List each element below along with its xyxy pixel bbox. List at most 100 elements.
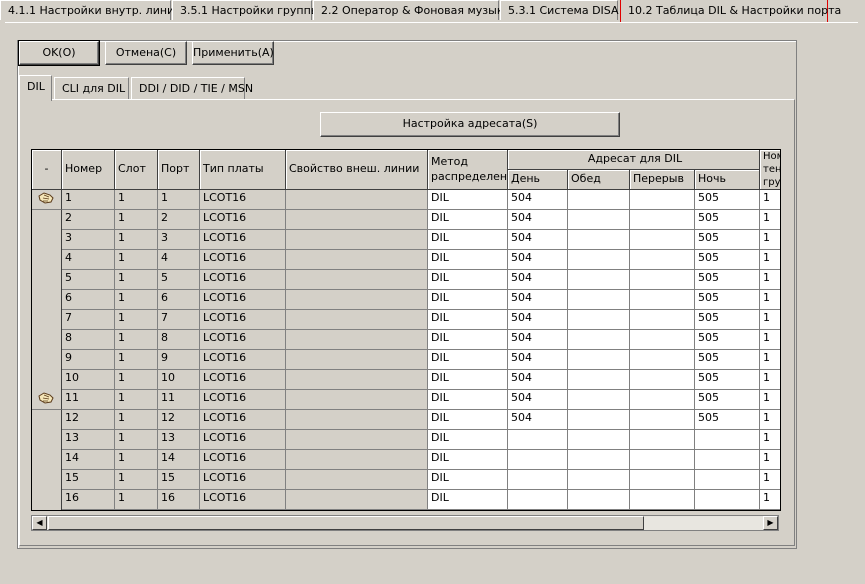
cell-tenant[interactable]: 1 [760,390,780,410]
cell-day[interactable]: 504 [508,230,568,250]
cell-lunch[interactable] [568,390,630,410]
cell-lunch[interactable] [568,350,630,370]
cell-tenant[interactable]: 1 [760,430,780,450]
table-row[interactable]: 13 1 13 LCOT16 DIL 1 [32,430,780,450]
tab-operator-bgm[interactable]: 2.2 Оператор & Фоновая музыка [313,0,510,20]
cell-night[interactable]: 505 [695,290,760,310]
table-row[interactable]: 11 1 11 LCOT16 DIL 504 505 1 [32,390,780,410]
tab-disa[interactable]: 5.3.1 Система DISA [500,0,619,20]
cell-tenant[interactable]: 1 [760,470,780,490]
header-break[interactable]: Перерыв [630,170,695,190]
cell-distribution-method[interactable]: DIL [428,210,508,230]
table-row[interactable]: 16 1 16 LCOT16 DIL 1 [32,490,780,510]
horizontal-scrollbar[interactable]: ◀ ▶ [31,515,779,531]
cell-distribution-method[interactable]: DIL [428,490,508,510]
cell-break[interactable] [630,370,695,390]
table-row[interactable]: 6 1 6 LCOT16 DIL 504 505 1 [32,290,780,310]
cell-distribution-method[interactable]: DIL [428,390,508,410]
ok-button[interactable]: OK(O) [18,40,100,66]
cell-day[interactable]: 504 [508,390,568,410]
arrow-right-icon[interactable]: ▶ [763,516,778,530]
cell-day[interactable]: 504 [508,250,568,270]
cell-night[interactable] [695,470,760,490]
cell-tenant[interactable]: 1 [760,410,780,430]
cell-lunch[interactable] [568,410,630,430]
cell-distribution-method[interactable]: DIL [428,370,508,390]
header-slot[interactable]: Слот [115,150,158,190]
table-row[interactable]: 8 1 8 LCOT16 DIL 504 505 1 [32,330,780,350]
cell-break[interactable] [630,430,695,450]
cell-break[interactable] [630,490,695,510]
cell-break[interactable] [630,350,695,370]
cell-night[interactable]: 505 [695,190,760,210]
subtab-ddi-did[interactable]: DDI / DID / TIE / MSN [131,77,253,99]
table-row[interactable]: 3 1 3 LCOT16 DIL 504 505 1 [32,230,780,250]
cell-day[interactable]: 504 [508,210,568,230]
cell-lunch[interactable] [568,470,630,490]
cell-lunch[interactable] [568,210,630,230]
table-row[interactable]: 7 1 7 LCOT16 DIL 504 505 1 [32,310,780,330]
cell-day[interactable]: 504 [508,290,568,310]
table-row[interactable]: 2 1 2 LCOT16 DIL 504 505 1 [32,210,780,230]
cell-tenant[interactable]: 1 [760,350,780,370]
cell-lunch[interactable] [568,290,630,310]
cell-break[interactable] [630,210,695,230]
cell-day[interactable]: 504 [508,370,568,390]
cell-distribution-method[interactable]: DIL [428,190,508,210]
cell-day[interactable]: 504 [508,350,568,370]
table-row[interactable]: 4 1 4 LCOT16 DIL 504 505 1 [32,250,780,270]
apply-button[interactable]: Применить(A) [192,41,274,65]
cell-tenant[interactable]: 1 [760,250,780,270]
cell-break[interactable] [630,450,695,470]
cell-night[interactable]: 505 [695,230,760,250]
cell-distribution-method[interactable]: DIL [428,330,508,350]
cell-distribution-method[interactable]: DIL [428,230,508,250]
cell-distribution-method[interactable]: DIL [428,290,508,310]
cell-lunch[interactable] [568,250,630,270]
header-day[interactable]: День [508,170,568,190]
cell-night[interactable]: 505 [695,330,760,350]
cell-distribution-method[interactable]: DIL [428,410,508,430]
cell-day[interactable] [508,430,568,450]
cancel-button[interactable]: Отмена(C) [105,41,187,65]
cell-lunch[interactable] [568,310,630,330]
cell-tenant[interactable]: 1 [760,230,780,250]
header-card-type[interactable]: Тип платы [200,150,286,190]
subtab-cli-dil[interactable]: CLI для DIL [54,77,129,99]
cell-distribution-method[interactable]: DIL [428,450,508,470]
cell-night[interactable]: 505 [695,270,760,290]
cell-break[interactable] [630,470,695,490]
table-row[interactable]: 10 1 10 LCOT16 DIL 504 505 1 [32,370,780,390]
cell-night[interactable]: 505 [695,310,760,330]
cell-tenant[interactable]: 1 [760,210,780,230]
arrow-left-icon[interactable]: ◀ [32,516,47,530]
cell-day[interactable]: 504 [508,310,568,330]
tab-extension-settings[interactable]: 4.1.1 Настройки внутр. линии [0,0,181,20]
cell-day[interactable] [508,470,568,490]
cell-break[interactable] [630,330,695,350]
cell-night[interactable]: 505 [695,210,760,230]
header-night[interactable]: Ночь [695,170,760,190]
cell-tenant[interactable]: 1 [760,310,780,330]
cell-lunch[interactable] [568,330,630,350]
cell-night[interactable] [695,430,760,450]
cell-lunch[interactable] [568,230,630,250]
scrollbar-thumb[interactable] [48,516,644,530]
header-port[interactable]: Порт [158,150,200,190]
table-row[interactable]: 9 1 9 LCOT16 DIL 504 505 1 [32,350,780,370]
cell-day[interactable]: 504 [508,270,568,290]
cell-night[interactable] [695,490,760,510]
cell-break[interactable] [630,390,695,410]
table-row[interactable]: 12 1 12 LCOT16 DIL 504 505 1 [32,410,780,430]
cell-tenant[interactable]: 1 [760,270,780,290]
cell-tenant[interactable]: 1 [760,290,780,310]
cell-tenant[interactable]: 1 [760,190,780,210]
header-distribution-method[interactable]: Метод распределения [428,150,508,190]
header-tenant[interactable]: Номер тенант группы [760,150,780,190]
cell-lunch[interactable] [568,370,630,390]
table-row[interactable]: 14 1 14 LCOT16 DIL 1 [32,450,780,470]
cell-break[interactable] [630,230,695,250]
cell-day[interactable] [508,450,568,470]
table-row[interactable]: 15 1 15 LCOT16 DIL 1 [32,470,780,490]
cell-break[interactable] [630,190,695,210]
